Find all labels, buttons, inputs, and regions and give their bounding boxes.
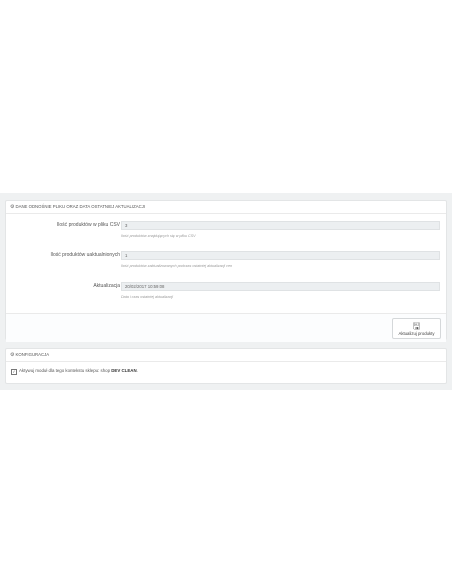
last-update-label: Aktualizacja bbox=[93, 283, 120, 289]
cogs-icon: ⚙ bbox=[10, 204, 15, 210]
import-panel-heading: ⚙DANE ODNOŚNIE PLIKU ORAZ DATA OSTATNIEJ… bbox=[6, 201, 446, 214]
csv-count-help: Ilość produktów znajdujących się w pliku… bbox=[121, 234, 196, 238]
save-icon: 🖫 bbox=[412, 321, 421, 331]
config-panel-heading: ⚙KONFIGURACJA bbox=[6, 349, 446, 362]
last-update-field: 20/02/2017 10:59:08 bbox=[121, 282, 440, 291]
config-panel-title: KONFIGURACJA bbox=[15, 352, 50, 357]
updated-count-help: Ilość produktów zaktualizowanych podczas… bbox=[121, 264, 233, 268]
update-products-button[interactable]: 🖫 Aktualizuj produkty bbox=[392, 318, 441, 339]
activate-module-text: Aktywuj moduł dla tego kontekstu sklepu:… bbox=[19, 368, 112, 373]
configuration-panel: ⚙KONFIGURACJA ✓ Aktywuj moduł dla tego ko… bbox=[5, 348, 447, 384]
updated-count-field: 1 bbox=[121, 251, 440, 260]
csv-count-field: 3 bbox=[121, 221, 440, 230]
update-products-label: Aktualizuj produkty bbox=[398, 331, 435, 336]
shop-name: DEV CLEAN bbox=[111, 368, 137, 373]
import-panel-title: DANE ODNOŚNIE PLIKU ORAZ DATA OSTATNIEJ … bbox=[15, 204, 146, 209]
checkbox-icon[interactable]: ✓ bbox=[11, 369, 17, 375]
updated-count-label: Ilość produktów uaktualnionych bbox=[50, 252, 121, 258]
activate-module-line: ✓ Aktywuj moduł dla tego kontekstu sklepu… bbox=[11, 368, 138, 375]
activate-module-end: . bbox=[136, 368, 138, 373]
cogs-icon: ⚙ bbox=[10, 352, 15, 358]
last-update-help: Data i czas ostatniej aktualizacji bbox=[121, 295, 174, 299]
csv-count-label: Ilość produktów w pliku CSV bbox=[56, 222, 120, 228]
import-panel-footer: 🖫 Aktualizuj produkty bbox=[6, 313, 446, 342]
import-data-panel: ⚙DANE ODNOŚNIE PLIKU ORAZ DATA OSTATNIEJ… bbox=[5, 200, 447, 342]
